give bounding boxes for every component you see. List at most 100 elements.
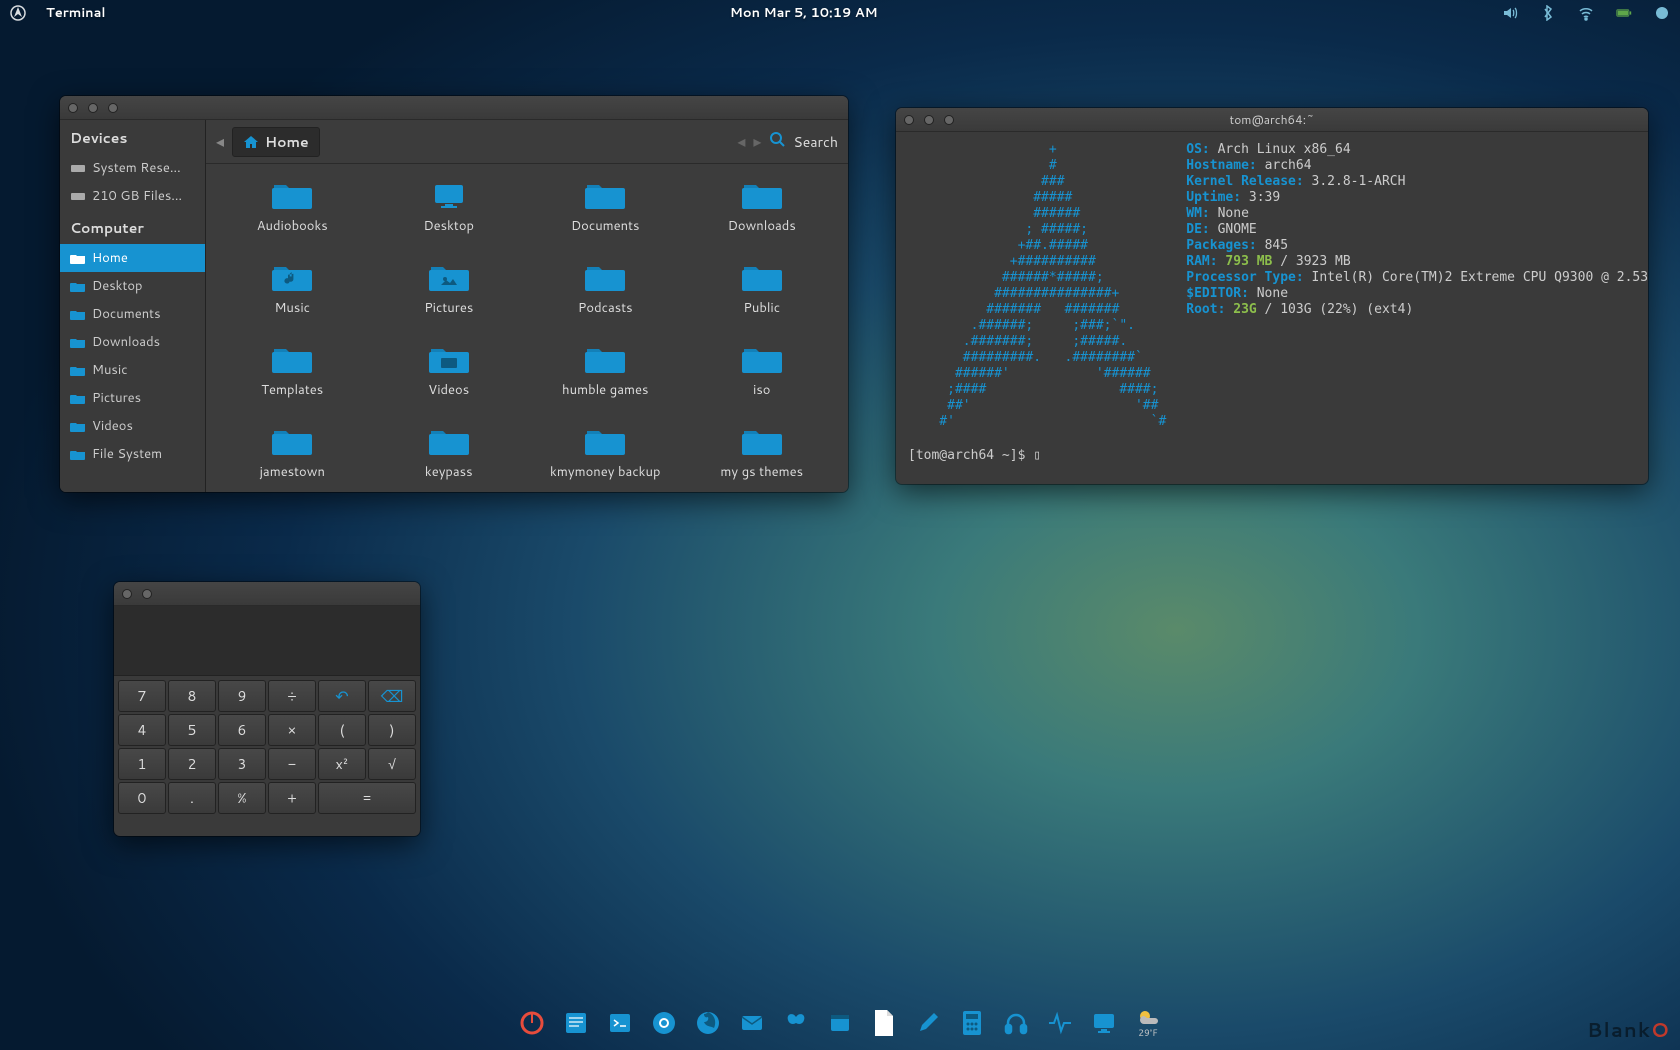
calc-key-⌫[interactable]: ⌫: [368, 680, 416, 712]
calc-key-√[interactable]: √: [368, 748, 416, 780]
folder-label: Audiobooks: [257, 217, 328, 235]
clock[interactable]: Mon Mar 5, 10:19 AM: [730, 4, 878, 22]
calc-key-−[interactable]: −: [268, 748, 316, 780]
sidebar-item[interactable]: Desktop: [60, 272, 205, 300]
calc-key-1[interactable]: 1: [118, 748, 166, 780]
folder-item[interactable]: my gs themes: [684, 414, 841, 492]
folder-item[interactable]: Pictures: [371, 250, 528, 330]
wifi-icon[interactable]: [1578, 5, 1594, 21]
calc-key-×[interactable]: ×: [268, 714, 316, 746]
calc-key-)[interactable]: ): [368, 714, 416, 746]
calc-key-↶[interactable]: ↶: [318, 680, 366, 712]
folder-item[interactable]: Public: [684, 250, 841, 330]
sidebar-item[interactable]: File System: [60, 440, 205, 468]
calc-key-3[interactable]: 3: [218, 748, 266, 780]
firefox-icon[interactable]: [691, 1006, 725, 1040]
folder-item[interactable]: kmymoney backup: [527, 414, 684, 492]
terminal-output[interactable]: + # ### ##### ###### ; #####; +##.##### …: [896, 132, 1648, 440]
chrome-icon[interactable]: [647, 1006, 681, 1040]
dock: 29°F: [507, 1002, 1173, 1044]
minimize-icon[interactable]: [142, 589, 152, 599]
power-icon[interactable]: [515, 1006, 549, 1040]
folder-item[interactable]: Videos: [371, 332, 528, 412]
calc-key-+[interactable]: +: [268, 782, 316, 814]
sidebar-device[interactable]: System Rese…: [60, 154, 205, 182]
nav-next-icon[interactable]: ▸: [753, 130, 761, 153]
folder-item[interactable]: iso: [684, 332, 841, 412]
folder-label: Pictures: [424, 299, 473, 317]
sidebar-header-computer: Computer: [60, 210, 205, 244]
search-label[interactable]: Search: [793, 132, 838, 152]
folder-item[interactable]: Documents: [527, 168, 684, 248]
headphones-icon[interactable]: [999, 1006, 1033, 1040]
location-toolbar: ◂ Home ◂ ▸ Search: [206, 120, 848, 164]
nav-back-icon[interactable]: ◂: [216, 130, 224, 153]
calc-key-=[interactable]: =: [318, 782, 416, 814]
sidebar-item[interactable]: Documents: [60, 300, 205, 328]
window-title: tom@arch64:~: [964, 111, 1580, 128]
calculator-icon[interactable]: [955, 1006, 989, 1040]
folder-item[interactable]: Downloads: [684, 168, 841, 248]
folder-label: Videos: [428, 381, 469, 399]
terminal-prompt[interactable]: [tom@arch64 ~]$ ▯: [896, 440, 1648, 471]
editor-icon[interactable]: [559, 1006, 593, 1040]
monitor-icon[interactable]: [1087, 1006, 1121, 1040]
files-icon[interactable]: [823, 1006, 857, 1040]
battery-icon[interactable]: [1616, 5, 1632, 21]
minimize-icon[interactable]: [88, 103, 98, 113]
sidebar-item[interactable]: Pictures: [60, 384, 205, 412]
folder-item[interactable]: jamestown: [214, 414, 371, 492]
brush-icon[interactable]: [911, 1006, 945, 1040]
location-breadcrumb[interactable]: Home: [232, 127, 320, 157]
sidebar-item[interactable]: Music: [60, 356, 205, 384]
folder-item[interactable]: Desktop: [371, 168, 528, 248]
folder-item[interactable]: humble games: [527, 332, 684, 412]
calc-key-6[interactable]: 6: [218, 714, 266, 746]
pulse-icon[interactable]: [1043, 1006, 1077, 1040]
calc-key-9[interactable]: 9: [218, 680, 266, 712]
calc-key-2[interactable]: 2: [168, 748, 216, 780]
maximize-icon[interactable]: [944, 115, 954, 125]
calc-key-4[interactable]: 4: [118, 714, 166, 746]
butterfly-icon[interactable]: [779, 1006, 813, 1040]
weather-icon[interactable]: 29°F: [1131, 1006, 1165, 1040]
active-app-label[interactable]: Terminal: [46, 4, 106, 22]
close-icon[interactable]: [122, 589, 132, 599]
folder-item[interactable]: Audiobooks: [214, 168, 371, 248]
sidebar-device[interactable]: 210 GB Files…: [60, 182, 205, 210]
sidebar-item[interactable]: Home: [60, 244, 205, 272]
folder-item[interactable]: Podcasts: [527, 250, 684, 330]
folder-item[interactable]: keypass: [371, 414, 528, 492]
terminal-icon[interactable]: [603, 1006, 637, 1040]
nav-prev-icon[interactable]: ◂: [737, 130, 745, 153]
window-titlebar[interactable]: [114, 582, 420, 606]
maximize-icon[interactable]: [108, 103, 118, 113]
calc-key-8[interactable]: 8: [168, 680, 216, 712]
close-icon[interactable]: [68, 103, 78, 113]
calc-key-([interactable]: (: [318, 714, 366, 746]
calc-key-5[interactable]: 5: [168, 714, 216, 746]
folder-label: Templates: [261, 381, 323, 399]
calc-key-÷[interactable]: ÷: [268, 680, 316, 712]
power-icon[interactable]: [1654, 5, 1670, 21]
window-titlebar[interactable]: tom@arch64:~: [896, 108, 1648, 132]
calc-key-%[interactable]: %: [218, 782, 266, 814]
bluetooth-icon[interactable]: [1540, 5, 1556, 21]
volume-icon[interactable]: [1502, 5, 1518, 21]
close-icon[interactable]: [904, 115, 914, 125]
search-icon[interactable]: [769, 130, 785, 153]
calc-key-0[interactable]: 0: [118, 782, 166, 814]
calc-key-7[interactable]: 7: [118, 680, 166, 712]
calc-key-.[interactable]: .: [168, 782, 216, 814]
calc-key-x²[interactable]: x²: [318, 748, 366, 780]
minimize-icon[interactable]: [924, 115, 934, 125]
window-titlebar[interactable]: [60, 96, 848, 120]
sidebar-item[interactable]: Videos: [60, 412, 205, 440]
sidebar-item[interactable]: Downloads: [60, 328, 205, 356]
activities-icon[interactable]: [10, 5, 26, 21]
document-icon[interactable]: [867, 1006, 901, 1040]
mail-icon[interactable]: [735, 1006, 769, 1040]
folder-label: humble games: [562, 381, 648, 399]
folder-item[interactable]: Templates: [214, 332, 371, 412]
folder-item[interactable]: Music: [214, 250, 371, 330]
